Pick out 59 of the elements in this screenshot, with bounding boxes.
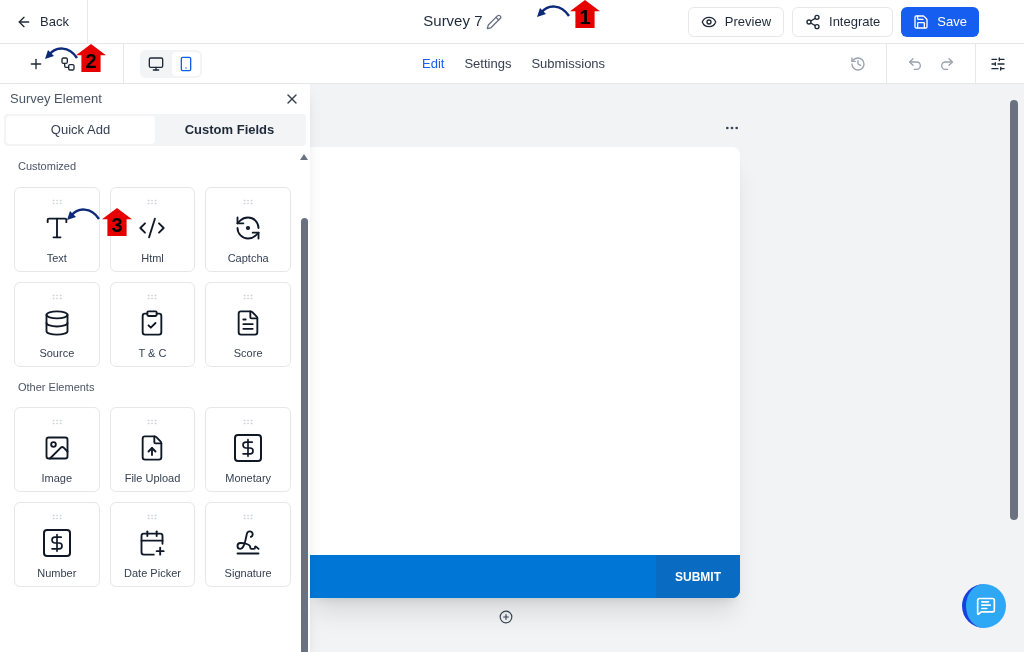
back-button[interactable]: Back	[16, 11, 69, 32]
annotation-marker: 1	[570, 0, 600, 28]
element-tile[interactable]: Number	[14, 502, 100, 587]
curved-arrow-icon	[44, 46, 78, 62]
element-tile[interactable]: File Upload	[109, 407, 196, 492]
element-tile[interactable]: Signature	[205, 502, 291, 587]
element-tile[interactable]: Source	[14, 281, 100, 367]
add-icon[interactable]	[499, 610, 513, 624]
nav-tab[interactable]: Edit	[422, 53, 445, 74]
edit-icon[interactable]	[486, 13, 503, 30]
header-button[interactable]: Integrate	[792, 6, 894, 37]
annotation-marker: 2	[76, 44, 106, 72]
element-label: Text	[46, 250, 67, 266]
header-button[interactable]: Preview	[687, 6, 785, 37]
element-tile[interactable]: Monetary	[205, 407, 291, 492]
history-icon[interactable]	[850, 55, 866, 72]
section-heading: Customized	[17, 159, 78, 174]
element-label: Signature	[224, 566, 272, 581]
element-tile[interactable]: Date Picker	[109, 502, 196, 587]
element-tile[interactable]: Captcha	[205, 186, 291, 272]
header-button[interactable]: Save	[901, 6, 979, 37]
nav-tab[interactable]: Settings	[464, 53, 512, 74]
element-label: Html	[141, 250, 164, 266]
panel-title: Survey Element	[10, 90, 102, 109]
dollar-icon	[234, 434, 263, 462]
structure-icon[interactable]	[60, 55, 76, 72]
element-label: Image	[41, 471, 73, 486]
chat-button[interactable]	[962, 584, 1006, 628]
element-label: Monetary	[225, 471, 272, 486]
element-label: Score	[233, 345, 263, 361]
element-label: Number	[37, 566, 77, 581]
submit-button[interactable]: SUBMIT	[656, 555, 740, 598]
panel-tab[interactable]: Quick Add	[6, 116, 155, 144]
dollar-icon	[42, 529, 71, 557]
element-label: File Upload	[124, 471, 181, 486]
redo-icon[interactable]	[939, 55, 955, 72]
element-tile[interactable]: Text	[14, 186, 100, 272]
element-tile[interactable]: Image	[14, 407, 100, 492]
mobile-view-button[interactable]	[172, 51, 200, 76]
sliders-icon[interactable]	[990, 55, 1006, 72]
curved-arrow-icon	[66, 207, 100, 223]
element-label: Date Picker	[124, 566, 181, 581]
share-icon	[805, 13, 822, 30]
undo-icon[interactable]	[907, 55, 923, 72]
survey-title: Survey 7	[423, 11, 483, 32]
monitor-icon	[148, 55, 164, 72]
curved-arrow-icon	[536, 4, 570, 20]
save-icon	[913, 13, 930, 30]
phone-icon	[178, 55, 194, 72]
element-label: Captcha	[227, 250, 269, 266]
nav-tab[interactable]: Submissions	[531, 53, 606, 74]
calendar-plus-icon	[138, 529, 167, 557]
section-heading: Other Elements	[17, 379, 96, 395]
element-tile[interactable]: T & C	[109, 281, 196, 367]
element-tile[interactable]: Score	[205, 281, 291, 367]
panel-tab[interactable]: Custom Fields	[155, 116, 304, 144]
chat-icon	[976, 596, 996, 616]
element-label: T & C	[138, 345, 167, 361]
element-label: Source	[39, 345, 75, 361]
